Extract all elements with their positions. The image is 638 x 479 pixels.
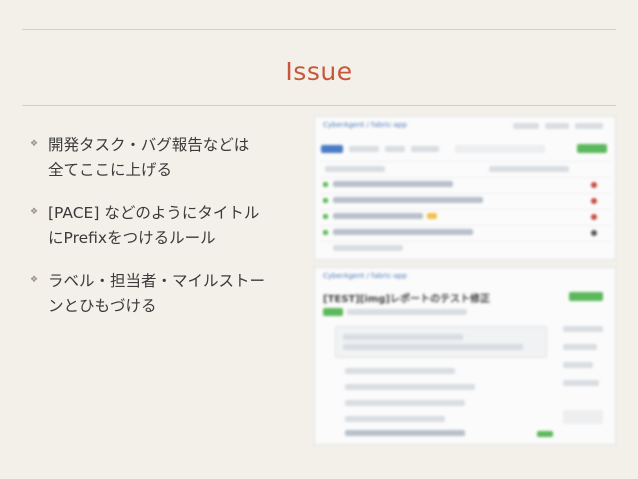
new-issue-button (569, 292, 603, 301)
comment-line (343, 344, 523, 350)
bullet-line: [PACE] などのようにタイトル (48, 204, 260, 222)
bullet-item: ❖ [PACE] などのようにタイトル にPrefixをつけるルール (30, 201, 300, 251)
issue-meta (347, 309, 467, 315)
bullet-list: ❖ 開発タスク・バグ報告などは 全てここに上げる ❖ [PACE] などのように… (30, 133, 300, 337)
diamond-bullet-icon: ❖ (30, 139, 39, 149)
bullet-line: ンとひもづける (48, 297, 157, 315)
bullet-line: 開発タスク・バグ報告などは (48, 136, 250, 154)
sidebar-milestone (563, 344, 597, 350)
issue-row (319, 209, 611, 224)
diamond-bullet-icon: ❖ (30, 275, 39, 285)
title-rule (22, 105, 616, 106)
tab (349, 146, 379, 152)
bullet-text: ラベル・担当者・マイルストー ンとひもづける (48, 269, 300, 319)
repo-name: CyberAgent / fabric-app (323, 272, 407, 280)
top-rule (22, 29, 616, 30)
issue-row (319, 177, 611, 192)
new-issue-button (577, 144, 607, 153)
bullet-item: ❖ ラベル・担当者・マイルストー ンとひもづける (30, 269, 300, 319)
issues-tab (321, 145, 343, 153)
list-header (319, 161, 611, 176)
issue-row (319, 225, 611, 240)
repo-name: CyberAgent / fabric-app (323, 121, 407, 129)
comment-line (343, 334, 463, 340)
event-line (345, 400, 465, 406)
issue-title: [TEST][img]レポートのテスト修正 (323, 294, 490, 305)
sidebar-notifications (563, 380, 599, 386)
filter-input (455, 145, 545, 153)
event-line (345, 368, 455, 374)
tab (411, 146, 439, 152)
header-button (575, 123, 603, 129)
bullet-line: 全てここに上げる (48, 161, 173, 179)
event-line (345, 384, 475, 390)
slide-title: Issue (285, 57, 353, 86)
bullet-line: ラベル・担当者・マイルストー (48, 272, 266, 290)
issue-detail-screenshot: CyberAgent / fabric-app [TEST][img]レポートの… (314, 267, 616, 445)
comment-box (335, 326, 547, 358)
event-line (345, 416, 445, 422)
diamond-bullet-icon: ❖ (30, 207, 39, 217)
event-line (345, 430, 465, 436)
status-badge (537, 431, 553, 437)
sidebar-labels (563, 326, 603, 332)
sidebar-assignee (563, 362, 593, 368)
issue-list-screenshot: CyberAgent / fabric-app (314, 116, 616, 260)
bullet-item: ❖ 開発タスク・バグ報告などは 全てここに上げる (30, 133, 300, 183)
open-badge (323, 308, 343, 316)
bullet-text: 開発タスク・バグ報告などは 全てここに上げる (48, 133, 300, 183)
issue-row (319, 193, 611, 208)
issue-row (319, 241, 611, 256)
tab (385, 146, 405, 152)
bullet-line: にPrefixをつけるルール (48, 229, 216, 247)
bullet-text: [PACE] などのようにタイトル にPrefixをつけるルール (48, 201, 300, 251)
header-button (545, 123, 569, 129)
header-button (513, 123, 539, 129)
sidebar-box (563, 410, 603, 424)
